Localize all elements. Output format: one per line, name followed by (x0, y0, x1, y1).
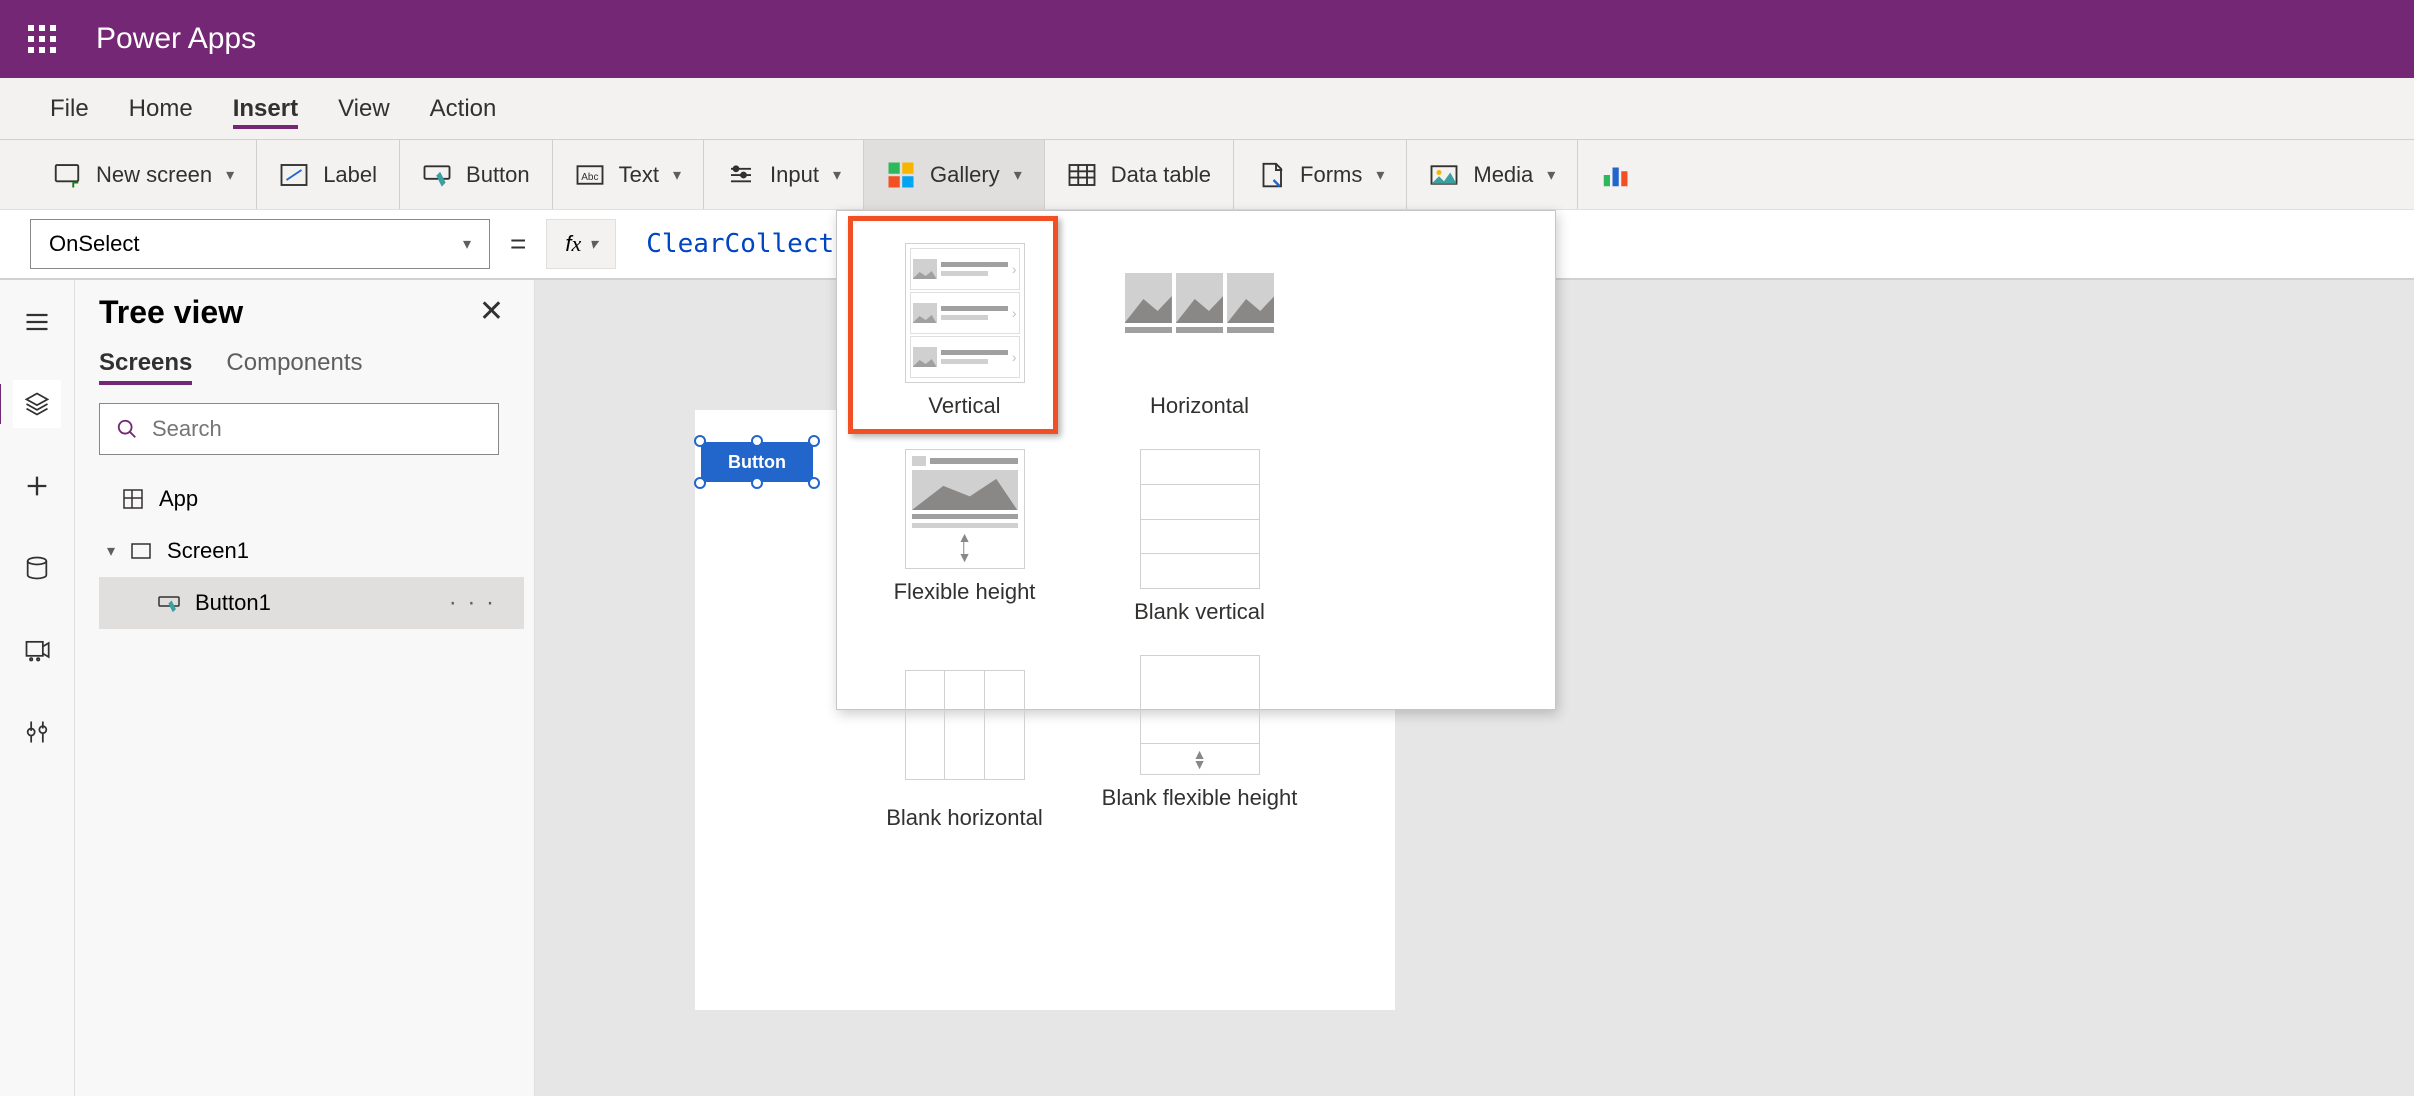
tree-view-panel: Tree view ✕ Screens Components App ▾ Scr… (75, 280, 535, 1096)
media-rail-button[interactable] (13, 626, 61, 674)
search-input[interactable] (99, 403, 499, 455)
left-rail (0, 280, 75, 1096)
blank-flexible-height-thumb: ▲▼ (1140, 655, 1260, 775)
tree-view-tabs: Screens Components (99, 349, 524, 385)
chevron-down-icon: ▾ (1014, 165, 1022, 185)
app-launcher-icon[interactable] (28, 25, 56, 53)
app-icon (121, 487, 145, 511)
chart-icon (1600, 160, 1630, 190)
chevron-down-icon: ▾ (1376, 165, 1384, 185)
media-icon (1429, 160, 1459, 190)
resize-handle[interactable] (694, 435, 706, 447)
resize-handle[interactable] (694, 477, 706, 489)
fx-button[interactable]: fx ▾ (546, 219, 616, 269)
menu-file[interactable]: File (50, 89, 89, 129)
gallery-flexible-height[interactable]: ▲│▼ Flexible height (847, 443, 1082, 649)
flexible-height-thumb: ▲│▼ (905, 449, 1025, 569)
chevron-down-icon: ▾ (673, 165, 681, 185)
gallery-dropdown: › › › Vertical Horizontal ▲│▼ Flexible h… (836, 210, 1556, 710)
tree-view-rail-button[interactable] (13, 380, 61, 428)
blank-horizontal-thumb (905, 670, 1025, 780)
search-field[interactable] (152, 416, 482, 442)
hamburger-icon[interactable] (13, 298, 61, 346)
button-icon (422, 160, 452, 190)
chevron-down-icon: ▾ (226, 165, 234, 185)
add-rail-button[interactable] (13, 462, 61, 510)
property-dropdown[interactable]: OnSelect ▾ (30, 219, 490, 269)
app-title: Power Apps (96, 22, 256, 56)
button-button[interactable]: Button (400, 140, 553, 209)
input-button[interactable]: Input ▾ (704, 140, 864, 209)
title-bar: Power Apps (0, 0, 2414, 78)
resize-handle[interactable] (808, 477, 820, 489)
vertical-thumb: › › › (905, 243, 1025, 383)
resize-handle[interactable] (808, 435, 820, 447)
data-rail-button[interactable] (13, 544, 61, 592)
chevron-down-icon: ▾ (833, 165, 841, 185)
blank-vertical-thumb (1140, 449, 1260, 589)
tools-rail-button[interactable] (13, 708, 61, 756)
input-icon (726, 160, 756, 190)
tree-item-screen1[interactable]: ▾ Screen1 (99, 525, 524, 577)
screen-icon (52, 160, 82, 190)
label-icon (279, 160, 309, 190)
table-icon (1067, 160, 1097, 190)
tab-components[interactable]: Components (226, 349, 362, 385)
resize-handle[interactable] (751, 477, 763, 489)
chevron-down-icon: ▾ (589, 234, 597, 254)
gallery-button[interactable]: Gallery ▾ (864, 140, 1045, 209)
more-icon[interactable]: · · · (449, 589, 496, 617)
menu-insert[interactable]: Insert (233, 89, 298, 129)
gallery-blank-flexible-height[interactable]: ▲▼ Blank flexible height (1082, 649, 1317, 855)
equals-sign: = (510, 228, 526, 260)
tree-item-app[interactable]: App (99, 473, 524, 525)
forms-button[interactable]: Forms ▾ (1234, 140, 1407, 209)
tab-screens[interactable]: Screens (99, 349, 192, 385)
text-button[interactable]: Abc Text ▾ (553, 140, 704, 209)
gallery-blank-vertical[interactable]: Blank vertical (1082, 443, 1317, 649)
tree-view-title: Tree view (99, 294, 524, 331)
horizontal-thumb (1125, 273, 1275, 363)
resize-handle[interactable] (751, 435, 763, 447)
selected-button-control[interactable]: Button (701, 442, 813, 482)
menu-view[interactable]: View (338, 89, 390, 129)
gallery-vertical[interactable]: › › › Vertical (847, 237, 1082, 443)
search-icon (116, 418, 138, 440)
menu-home[interactable]: Home (129, 89, 193, 129)
ribbon: New screen ▾ Label Button Abc Text ▾ Inp… (0, 140, 2414, 210)
chevron-down-icon: ▾ (463, 234, 471, 254)
label-button[interactable]: Label (257, 140, 400, 209)
media-button[interactable]: Media ▾ (1407, 140, 1578, 209)
chevron-down-icon[interactable]: ▾ (107, 541, 115, 561)
menu-action[interactable]: Action (430, 89, 497, 129)
button-item-icon (157, 591, 181, 615)
gallery-blank-horizontal[interactable]: Blank horizontal (847, 649, 1082, 855)
data-table-button[interactable]: Data table (1045, 140, 1234, 209)
tree-item-button1[interactable]: Button1 · · · (99, 577, 524, 629)
chevron-down-icon: ▾ (1547, 165, 1555, 185)
gallery-icon (886, 160, 916, 190)
svg-text:Abc: Abc (581, 172, 598, 183)
gallery-horizontal[interactable]: Horizontal (1082, 237, 1317, 443)
chart-button[interactable] (1578, 140, 1652, 209)
close-icon[interactable]: ✕ (479, 294, 504, 329)
forms-icon (1256, 160, 1286, 190)
text-icon: Abc (575, 160, 605, 190)
menu-bar: File Home Insert View Action (0, 78, 2414, 140)
screen-icon (129, 539, 153, 563)
new-screen-button[interactable]: New screen ▾ (30, 140, 257, 209)
